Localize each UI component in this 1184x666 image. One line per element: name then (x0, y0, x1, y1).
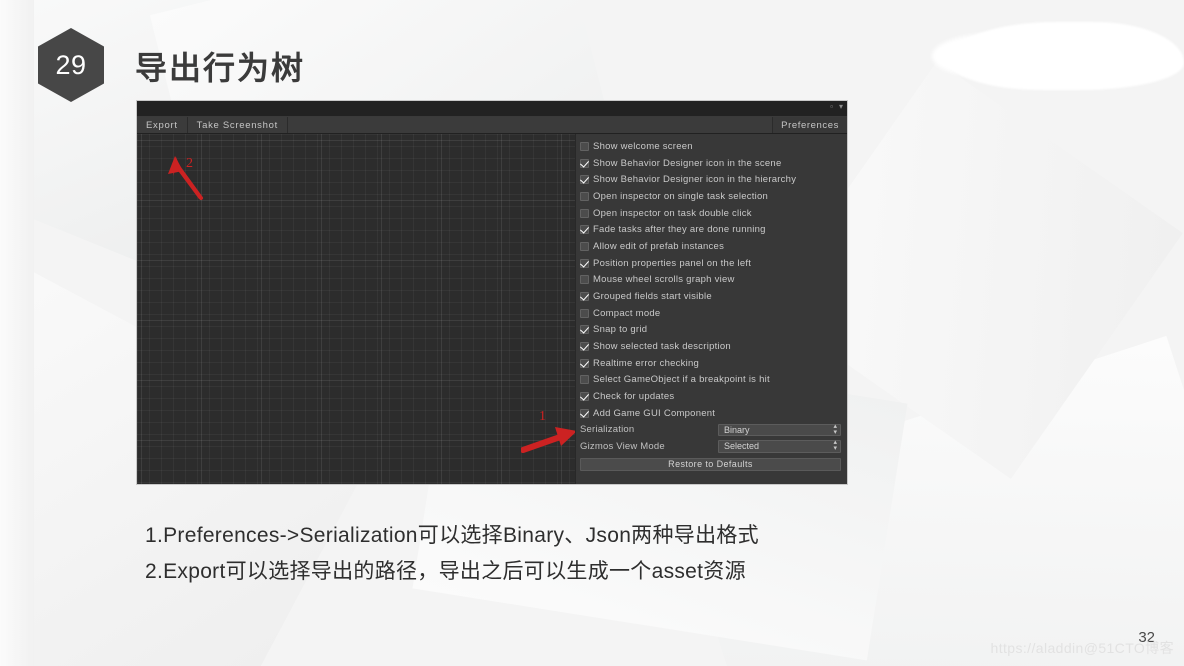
pref-label: Check for updates (593, 391, 675, 403)
pref-label: Mouse wheel scrolls graph view (593, 274, 735, 286)
checkbox-position-properties-left[interactable] (580, 258, 589, 268)
pref-label: Fade tasks after they are done running (593, 224, 766, 236)
pref-checkbox-row[interactable]: Fade tasks after they are done running (580, 221, 841, 238)
serialization-field: Serialization Binary ▴ ▾ (580, 422, 841, 439)
chevron-updown-icon: ▴ ▾ (833, 439, 837, 453)
checkbox-select-gameobject-breakpoint[interactable] (580, 375, 589, 385)
serialization-value: Binary (724, 424, 750, 435)
serialization-label: Serialization (580, 424, 635, 436)
checkbox-show-icon-in-hierarchy[interactable] (580, 175, 589, 185)
window-menu-icon[interactable]: ▾ (839, 103, 843, 111)
checkbox-realtime-error-checking[interactable] (580, 358, 589, 368)
checkbox-show-icon-in-scene[interactable] (580, 158, 589, 168)
pref-label: Grouped fields start visible (593, 291, 712, 303)
preferences-panel: Show welcome screen Show Behavior Design… (575, 134, 847, 484)
watermark: https://aladdin@51CTO博客 (990, 640, 1174, 656)
pref-checkbox-row[interactable]: Show welcome screen (580, 138, 841, 155)
toolbar-spacer (287, 117, 774, 133)
restore-to-defaults-button[interactable]: Restore to Defaults (580, 457, 841, 471)
note-line-1: 1.Preferences->Serialization可以选择Binary、J… (145, 524, 759, 547)
checkbox-open-inspector-double-click[interactable] (580, 208, 589, 218)
window-toolbar: Export Take Screenshot Preferences (137, 117, 847, 134)
checkbox-snap-to-grid[interactable] (580, 325, 589, 335)
pref-checkbox-row[interactable]: Show selected task description (580, 338, 841, 355)
behavior-tree-graph-view[interactable]: 2 1 (137, 134, 577, 484)
preferences-tab[interactable]: Preferences (773, 117, 847, 133)
pref-checkbox-row[interactable]: Compact mode (580, 305, 841, 322)
pref-checkbox-row[interactable]: Allow edit of prefab instances (580, 238, 841, 255)
export-button[interactable]: Export (137, 117, 188, 133)
page-title: 导出行为树 (135, 50, 306, 86)
pref-label: Show selected task description (593, 341, 731, 353)
pref-label: Open inspector on task double click (593, 207, 752, 219)
pref-checkbox-row[interactable]: Open inspector on single task selection (580, 188, 841, 205)
pref-label: Show Behavior Designer icon in the hiera… (593, 174, 797, 186)
pref-label: Allow edit of prefab instances (593, 240, 725, 252)
pref-checkbox-row[interactable]: Add Game GUI Component (580, 405, 841, 422)
annotation-1-label: 1 (539, 409, 546, 424)
annotation-2-label: 2 (186, 156, 193, 171)
checkbox-open-inspector-single-click[interactable] (580, 191, 589, 201)
behavior-designer-window: ▫ ▾ Export Take Screenshot Preferences 2… (136, 100, 848, 485)
checkbox-show-welcome-screen[interactable] (580, 141, 589, 151)
pref-label: Position properties panel on the left (593, 257, 752, 269)
window-maximize-icon[interactable]: ▫ (830, 103, 833, 111)
take-screenshot-button[interactable]: Take Screenshot (187, 117, 288, 133)
gizmos-view-mode-label: Gizmos View Mode (580, 440, 665, 452)
pref-checkbox-row[interactable]: Realtime error checking (580, 355, 841, 372)
annotation-2-arrow-icon (168, 156, 203, 200)
pref-label: Compact mode (593, 307, 661, 319)
serialization-dropdown[interactable]: Binary ▴ ▾ (718, 422, 841, 437)
pref-label: Snap to grid (593, 324, 648, 336)
bg-left-band (0, 0, 34, 666)
pref-checkbox-row[interactable]: Open inspector on task double click (580, 205, 841, 222)
note-line-2: 2.Export可以选择导出的路径，导出之后可以生成一个asset资源 (145, 560, 746, 583)
pref-checkbox-row[interactable]: Snap to grid (580, 322, 841, 339)
checkbox-fade-tasks[interactable] (580, 225, 589, 235)
chevron-updown-icon: ▴ ▾ (833, 422, 837, 436)
checkbox-add-game-gui-component[interactable] (580, 408, 589, 418)
pref-label: Show welcome screen (593, 140, 693, 152)
checkbox-show-task-description[interactable] (580, 342, 589, 352)
slide-number: 29 (55, 49, 87, 80)
pref-checkbox-row[interactable]: Check for updates (580, 388, 841, 405)
annotation-1-arrow-icon (521, 427, 577, 453)
gizmos-view-mode-field: Gizmos View Mode Selected ▴ ▾ (580, 438, 841, 455)
checkbox-mouse-wheel-scrolls[interactable] (580, 275, 589, 285)
pref-label: Realtime error checking (593, 357, 700, 369)
pref-checkbox-row[interactable]: Select GameObject if a breakpoint is hit (580, 372, 841, 389)
pref-checkbox-row[interactable]: Mouse wheel scrolls graph view (580, 272, 841, 289)
pref-label: Select GameObject if a breakpoint is hit (593, 374, 770, 386)
checkbox-grouped-fields-visible[interactable] (580, 292, 589, 302)
checkbox-compact-mode[interactable] (580, 308, 589, 318)
gizmos-view-mode-dropdown[interactable]: Selected ▴ ▾ (718, 439, 841, 453)
pref-label: Show Behavior Designer icon in the scene (593, 157, 782, 169)
notes-block: 1.Preferences->Serialization可以选择Binary、J… (145, 518, 1045, 590)
pref-checkbox-row[interactable]: Position properties panel on the left (580, 255, 841, 272)
pref-checkbox-row[interactable]: Grouped fields start visible (580, 288, 841, 305)
checkbox-allow-edit-prefab[interactable] (580, 241, 589, 251)
window-titlebar: ▫ ▾ (137, 101, 847, 117)
checkbox-check-for-updates[interactable] (580, 392, 589, 402)
gizmos-view-mode-value: Selected (724, 441, 760, 452)
pref-label: Open inspector on single task selection (593, 190, 769, 202)
pref-label: Add Game GUI Component (593, 407, 716, 419)
pref-checkbox-row[interactable]: Show Behavior Designer icon in the hiera… (580, 171, 841, 188)
pref-checkbox-row[interactable]: Show Behavior Designer icon in the scene (580, 155, 841, 172)
redaction-blob-secondary (932, 34, 1052, 78)
window-body: 2 1 Show welcome screen Show Behavior De… (137, 134, 847, 484)
